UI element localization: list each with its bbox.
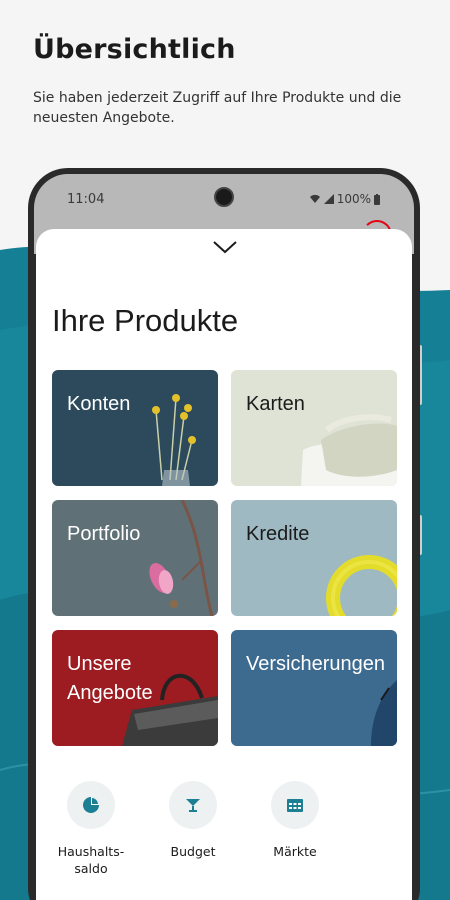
tile-unsere-angebote[interactable]: Unsere Angebote <box>52 630 218 746</box>
status-icons: 100% <box>309 192 380 206</box>
quick-action-label: Haushalts-saldo <box>57 844 125 876</box>
wifi-icon <box>309 194 320 203</box>
pillow-illustration <box>301 414 397 486</box>
flowers-vase-illustration <box>152 394 196 486</box>
chevron-down-icon[interactable] <box>212 239 238 255</box>
signal-icon <box>323 194 334 204</box>
quick-action-maerkte[interactable]: Märkte <box>260 781 330 860</box>
tile-label: Konten <box>67 393 131 415</box>
front-camera <box>214 187 234 207</box>
tile-kredite[interactable]: Kredite <box>231 500 397 616</box>
tile-konten[interactable]: Konten <box>52 370 218 486</box>
app-screen: Ihre Produkte Konten Karten Portfolio Kr… <box>36 229 412 900</box>
magnolia-branch-illustration <box>149 500 214 616</box>
page-title: Ihre Produkte <box>52 303 239 338</box>
tile-portfolio[interactable]: Portfolio <box>52 500 218 616</box>
battery-icon <box>374 193 380 205</box>
quick-action-label: Märkte <box>273 844 317 859</box>
tile-label: Portfolio <box>67 523 141 545</box>
umbrella-illustration <box>371 680 397 746</box>
promo-title: Übersichtlich <box>33 34 236 65</box>
battery-text: 100% <box>336 192 371 206</box>
quick-action-haushaltssaldo[interactable]: Haushalts-saldo <box>56 781 126 877</box>
budget-glass-icon <box>186 799 200 812</box>
tile-label: Karten <box>246 393 305 415</box>
quick-action-budget[interactable]: Budget <box>158 781 228 860</box>
swim-ring-illustration <box>326 555 397 616</box>
quick-action-label: Budget <box>170 844 216 859</box>
tile-label: Kredite <box>246 523 310 545</box>
quick-action-circle <box>271 781 319 829</box>
tile-label: Versicherungen <box>246 653 385 675</box>
promo-subtitle: Sie haben jederzeit Zugriff auf Ihre Pro… <box>33 90 402 126</box>
quick-action-circle <box>169 781 217 829</box>
tile-label: Unsere Angebote <box>67 653 153 704</box>
pie-chart-icon <box>83 797 99 813</box>
calendar-grid-icon <box>287 799 303 812</box>
status-time: 11:04 <box>67 192 105 207</box>
tile-karten[interactable]: Karten <box>231 370 397 486</box>
quick-action-circle <box>67 781 115 829</box>
tile-versicherungen[interactable]: Versicherungen <box>231 630 397 746</box>
